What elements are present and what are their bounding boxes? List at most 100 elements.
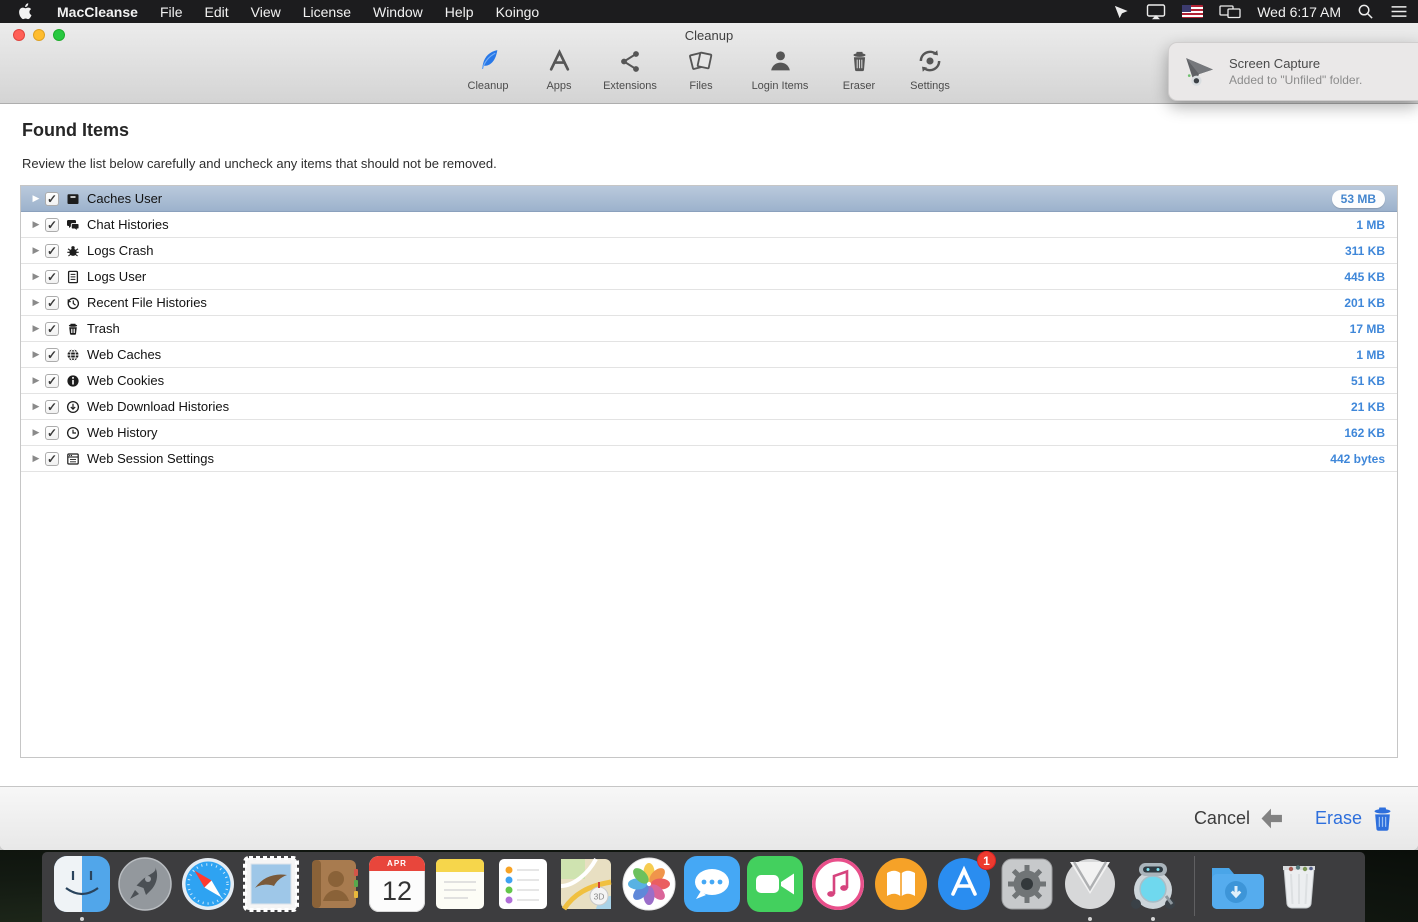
menu-status-area: Wed 6:17 AM <box>1113 3 1408 20</box>
dock-icon-messages[interactable] <box>684 856 740 912</box>
row-checkbox[interactable]: ✓ <box>45 270 59 284</box>
dock-icon-finder[interactable] <box>54 856 110 912</box>
disclosure-triangle-icon[interactable]: ▶ <box>29 453 43 464</box>
dock-icon-calendar[interactable]: APR12 <box>369 856 425 912</box>
browser-window-icon <box>65 451 81 467</box>
toolbar-item-eraser[interactable]: Eraser <box>830 45 888 92</box>
disclosure-triangle-icon[interactable]: ▶ <box>29 297 43 308</box>
table-row[interactable]: ▶✓Caches User53 MB <box>21 186 1397 212</box>
row-checkbox[interactable]: ✓ <box>45 322 59 336</box>
table-row[interactable]: ▶✓Web History162 KB <box>21 420 1397 446</box>
erase-button[interactable]: Erase <box>1315 806 1394 832</box>
dock-icon-maps[interactable]: 3D <box>558 856 614 912</box>
toolbar-item-files[interactable]: Files <box>672 45 730 92</box>
found-items-list[interactable]: ▶✓Caches User53 MB▶✓Chat Histories1 MB▶✓… <box>20 185 1398 758</box>
table-row[interactable]: ▶✓Web Caches1 MB <box>21 342 1397 368</box>
table-row[interactable]: ▶✓Recent File Histories201 KB <box>21 290 1397 316</box>
row-label: Web Cookies <box>87 373 164 388</box>
table-row[interactable]: ▶✓Logs User445 KB <box>21 264 1397 290</box>
row-checkbox[interactable]: ✓ <box>45 296 59 310</box>
menu-item-view[interactable]: View <box>240 4 292 20</box>
screen: MacCleanse File Edit View License Window… <box>0 0 1418 922</box>
notification-message: Added to "Unfiled" folder. <box>1229 73 1362 87</box>
disclosure-triangle-icon[interactable]: ▶ <box>29 349 43 360</box>
row-checkbox[interactable]: ✓ <box>45 400 59 414</box>
dock-icon-robot-cleaner[interactable] <box>1125 856 1181 912</box>
screen-capture-app-icon <box>1181 53 1218 90</box>
apple-icon <box>18 3 32 20</box>
row-checkbox[interactable]: ✓ <box>45 218 59 232</box>
toolbar-item-login-items[interactable]: Login Items <box>743 45 817 92</box>
row-checkbox[interactable]: ✓ <box>45 374 59 388</box>
disclosure-triangle-icon[interactable]: ▶ <box>29 193 43 204</box>
table-row[interactable]: ▶✓Chat Histories1 MB <box>21 212 1397 238</box>
disclosure-triangle-icon[interactable]: ▶ <box>29 245 43 256</box>
row-size-badge: 1 MB <box>1356 348 1385 362</box>
row-label: Trash <box>87 321 120 336</box>
person-icon <box>767 45 794 77</box>
dock-icon-ibooks[interactable] <box>873 856 929 912</box>
disclosure-triangle-icon[interactable]: ▶ <box>29 219 43 230</box>
dock-icon-launchpad[interactable] <box>117 856 173 912</box>
menu-item-koingo[interactable]: Koingo <box>485 4 551 20</box>
row-checkbox[interactable]: ✓ <box>45 244 59 258</box>
menu-clock[interactable]: Wed 6:17 AM <box>1257 4 1341 20</box>
displays-icon[interactable] <box>1219 4 1241 20</box>
toolbar-item-apps[interactable]: Apps <box>530 45 588 92</box>
row-checkbox[interactable]: ✓ <box>45 192 59 206</box>
dock-icon-itunes[interactable] <box>810 856 866 912</box>
history-clock-icon <box>65 295 81 311</box>
dock-icon-mail[interactable] <box>243 856 299 912</box>
disclosure-triangle-icon[interactable]: ▶ <box>29 375 43 386</box>
row-checkbox[interactable]: ✓ <box>45 348 59 362</box>
maccleanse-window: Cleanup Cleanup Apps <box>0 23 1418 850</box>
notification-banner[interactable]: Screen Capture Added to "Unfiled" folder… <box>1168 42 1418 101</box>
window-content: Found Items Review the list below carefu… <box>0 105 1418 786</box>
toolbar-item-settings[interactable]: Settings <box>901 45 959 92</box>
page-subtitle: Review the list below carefully and unch… <box>22 156 497 171</box>
apple-menu[interactable] <box>10 3 46 20</box>
table-row[interactable]: ▶✓Web Download Histories21 KB <box>21 394 1397 420</box>
trash-small-icon <box>65 321 81 337</box>
dock-icon-photos[interactable] <box>621 856 677 912</box>
dock-icon-notes[interactable] <box>432 856 488 912</box>
row-checkbox[interactable]: ✓ <box>45 426 59 440</box>
menu-item-file[interactable]: File <box>149 4 194 20</box>
us-flag-icon[interactable] <box>1182 5 1203 18</box>
notification-center-icon[interactable] <box>1390 5 1408 18</box>
row-checkbox[interactable]: ✓ <box>45 452 59 466</box>
row-label: Chat Histories <box>87 217 169 232</box>
menu-item-window[interactable]: Window <box>362 4 434 20</box>
disclosure-triangle-icon[interactable]: ▶ <box>29 271 43 282</box>
dock-icon-contacts[interactable] <box>306 856 362 912</box>
table-row[interactable]: ▶✓Web Cookies51 KB <box>21 368 1397 394</box>
toolbar-item-cleanup[interactable]: Cleanup <box>459 45 517 92</box>
menu-item-app-name[interactable]: MacCleanse <box>46 4 149 20</box>
dock-icon-app-store[interactable]: 1 <box>936 856 992 912</box>
table-row[interactable]: ▶✓Logs Crash311 KB <box>21 238 1397 264</box>
download-circle-icon <box>65 399 81 415</box>
dock-icon-downloads[interactable] <box>1208 856 1264 912</box>
dock-icon-trash[interactable] <box>1271 856 1327 912</box>
airplay-display-icon[interactable] <box>1146 3 1166 20</box>
disclosure-triangle-icon[interactable]: ▶ <box>29 323 43 334</box>
table-row[interactable]: ▶✓ Trash 17 MB <box>21 316 1397 342</box>
row-label: Web Session Settings <box>87 451 214 466</box>
row-size-badge: 17 MB <box>1350 322 1385 336</box>
table-row[interactable]: ▶✓Web Session Settings442 bytes <box>21 446 1397 472</box>
spotlight-icon[interactable] <box>1357 3 1374 20</box>
screen-capture-icon[interactable] <box>1113 3 1130 20</box>
dock-icon-gray-utility[interactable] <box>1062 856 1118 912</box>
dock-icon-system-preferences[interactable] <box>999 856 1055 912</box>
disclosure-triangle-icon[interactable]: ▶ <box>29 427 43 438</box>
menu-item-license[interactable]: License <box>292 4 362 20</box>
disclosure-triangle-icon[interactable]: ▶ <box>29 401 43 412</box>
cancel-button[interactable]: Cancel <box>1194 807 1285 830</box>
dock-icon-facetime[interactable] <box>747 856 803 912</box>
toolbar-item-extensions[interactable]: Extensions <box>601 45 659 92</box>
info-circle-icon <box>65 373 81 389</box>
dock-icon-safari[interactable] <box>180 856 236 912</box>
menu-item-help[interactable]: Help <box>434 4 485 20</box>
menu-item-edit[interactable]: Edit <box>194 4 240 20</box>
dock-icon-reminders[interactable] <box>495 856 551 912</box>
